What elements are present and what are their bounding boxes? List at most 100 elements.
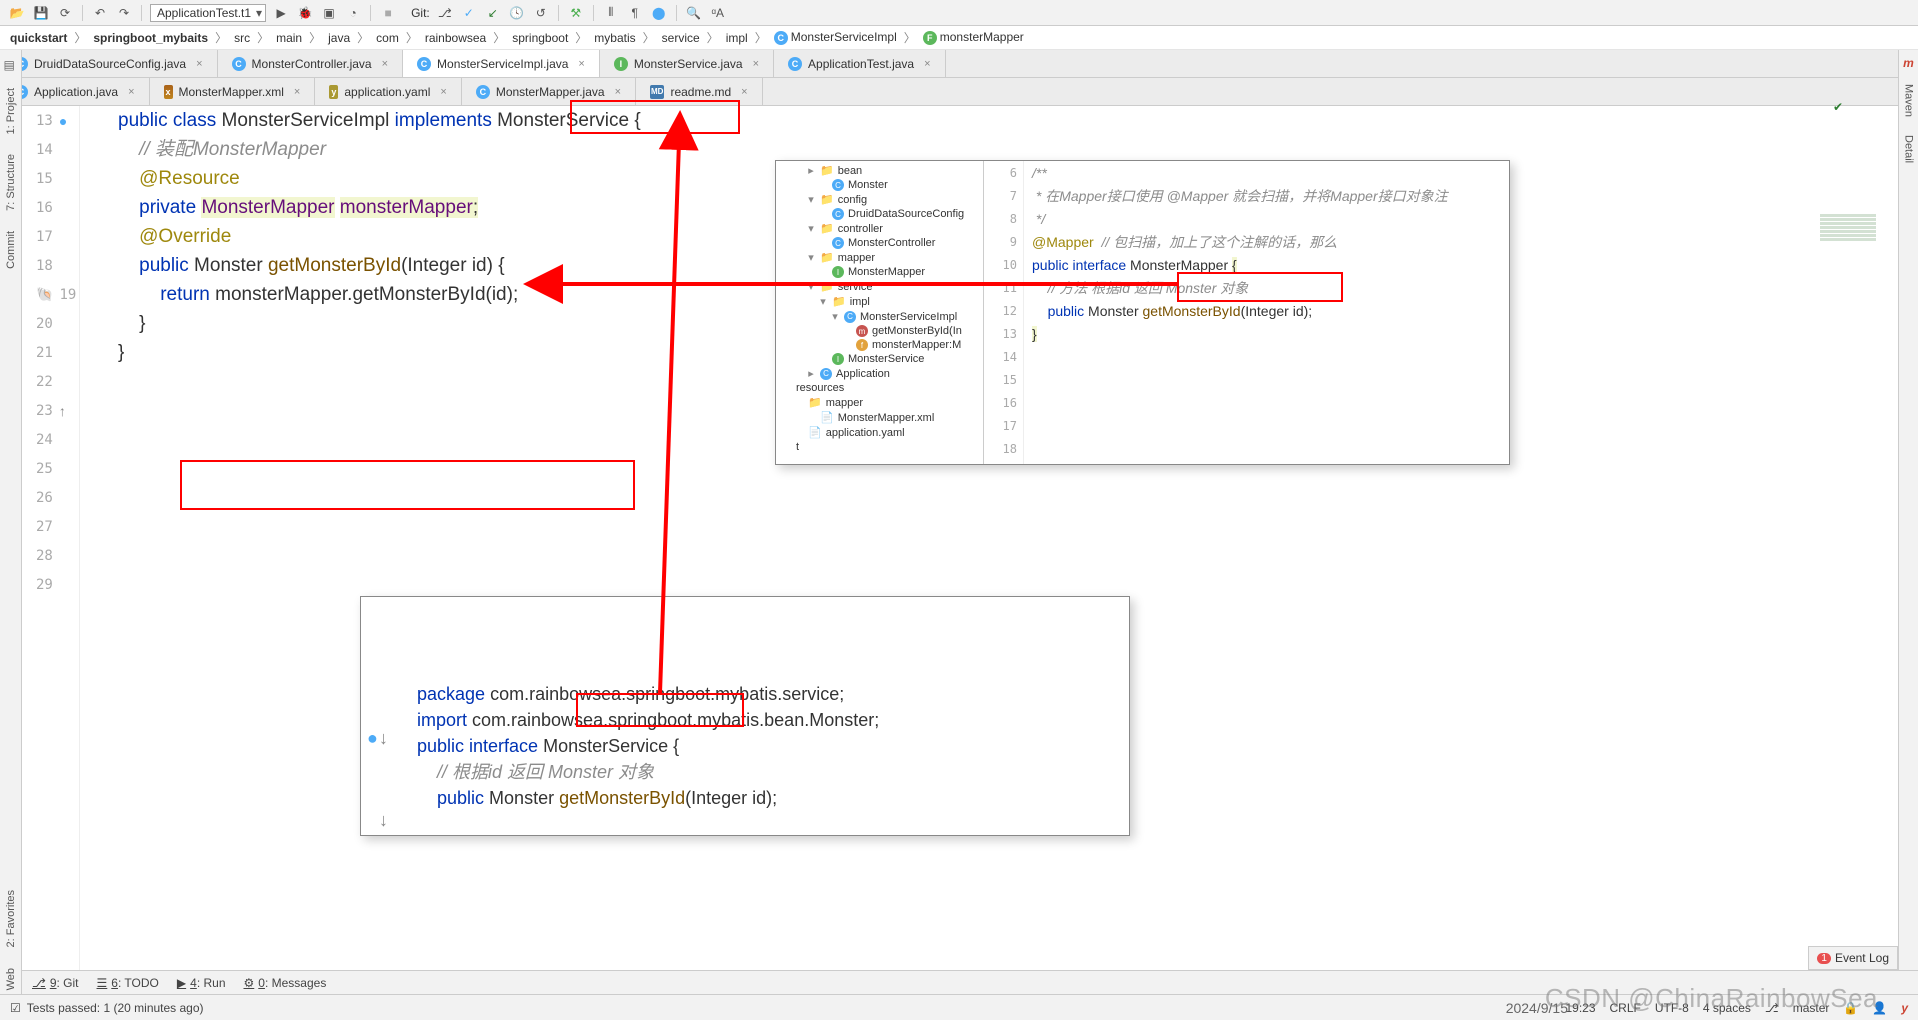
breadcrumb-item[interactable]: CMonsterServiceImpl: [772, 30, 899, 45]
tree-label: service: [838, 281, 873, 293]
git-history-icon[interactable]: 🕓: [508, 4, 526, 22]
close-icon[interactable]: ×: [382, 58, 388, 70]
sidebar-detail[interactable]: Detail: [1903, 131, 1915, 167]
breadcrumb-item[interactable]: service: [660, 31, 702, 45]
tree-item[interactable]: ▾📁impl: [776, 294, 983, 309]
tree-item[interactable]: ▾📁controller: [776, 221, 983, 236]
tree-item[interactable]: ▸📁bean: [776, 163, 983, 178]
tree-item[interactable]: IMonsterMapper: [776, 265, 983, 279]
tree-item[interactable]: 📄application.yaml: [776, 425, 983, 440]
bottom-tool-button[interactable]: ⚙0: Messages: [244, 976, 327, 990]
breadcrumb-item[interactable]: main: [274, 31, 304, 45]
run-config-dropdown[interactable]: ApplicationTest.t1: [150, 4, 266, 22]
tree-item[interactable]: ▾📁config: [776, 192, 983, 207]
tree-item[interactable]: 📄MonsterMapper.xml: [776, 410, 983, 425]
sidebar-maven[interactable]: Maven: [1903, 80, 1915, 121]
paragraph-icon[interactable]: ¶: [626, 4, 644, 22]
editor-tab[interactable]: IMonsterService.java×: [600, 50, 774, 77]
tree-label: Application: [836, 368, 890, 380]
bottom-tool-button[interactable]: ▶4: Run: [177, 976, 226, 990]
tree-item[interactable]: ▾📁service: [776, 279, 983, 294]
close-icon[interactable]: ×: [440, 86, 446, 98]
tree-item[interactable]: 📁mapper: [776, 395, 983, 410]
sidebar-commit[interactable]: Commit: [5, 227, 17, 273]
project-icon[interactable]: ▤: [4, 58, 18, 72]
tree-item[interactable]: ▸CApplication: [776, 366, 983, 381]
override-down-icon[interactable]: ↓: [379, 807, 388, 833]
build-icon[interactable]: ⚒: [567, 4, 585, 22]
close-icon[interactable]: ×: [753, 58, 759, 70]
editor-tab[interactable]: yapplication.yaml×: [315, 78, 462, 105]
class-gutter-icon[interactable]: ●: [59, 113, 67, 129]
run-icon[interactable]: ▶: [272, 4, 290, 22]
close-icon[interactable]: ×: [128, 86, 134, 98]
breadcrumb-item[interactable]: rainbowsea: [423, 31, 488, 45]
bean-gutter-icon[interactable]: 🐚: [36, 286, 53, 303]
breadcrumb-item[interactable]: com: [374, 31, 401, 45]
sidebar-project[interactable]: 1: Project: [5, 84, 17, 138]
new-ui-icon[interactable]: ⬤: [650, 4, 668, 22]
editor-tab[interactable]: CApplication.java×: [0, 78, 150, 105]
editor-tab[interactable]: CDruidDataSourceConfig.java×: [0, 50, 218, 77]
search-icon[interactable]: 🔍: [685, 4, 703, 22]
tree-item[interactable]: t: [776, 440, 983, 454]
branch-icon[interactable]: ⎇: [436, 4, 454, 22]
close-icon[interactable]: ×: [741, 86, 747, 98]
tree-item[interactable]: CMonster: [776, 178, 983, 192]
open-icon[interactable]: 📂: [8, 4, 26, 22]
breadcrumb-item[interactable]: mybatis: [592, 31, 637, 45]
tree-item[interactable]: fmonsterMapper:M: [776, 338, 983, 352]
tree-item[interactable]: mgetMonsterById(In: [776, 324, 983, 338]
sidebar-favorites[interactable]: 2: Favorites: [5, 886, 17, 951]
git-commit-icon[interactable]: ↙: [484, 4, 502, 22]
profile-icon[interactable]: ◔: [344, 4, 362, 22]
override-down-icon[interactable]: ↓: [379, 725, 388, 751]
maven-m-icon[interactable]: m: [1903, 56, 1914, 70]
override-gutter-icon[interactable]: ↑: [59, 403, 66, 419]
undo-icon[interactable]: ↶: [91, 4, 109, 22]
git-revert-icon[interactable]: ↺: [532, 4, 550, 22]
sidebar-structure[interactable]: 7: Structure: [5, 150, 17, 215]
quick-definition-popup-2[interactable]: ● ↓ ↓ package com.rainbowsea.springboot.…: [360, 596, 1130, 836]
editor-tab[interactable]: xMonsterMapper.xml×: [150, 78, 316, 105]
git-check-icon[interactable]: ✓: [460, 4, 478, 22]
implementing-gutter-icon[interactable]: ●: [367, 725, 378, 751]
bottom-tool-button[interactable]: ☰6: TODO: [97, 976, 159, 990]
font-size-icon[interactable]: ᵅA: [709, 4, 727, 22]
close-icon[interactable]: ×: [196, 58, 202, 70]
tree-item[interactable]: IMonsterService: [776, 352, 983, 366]
bottom-tool-button[interactable]: ⎇9: Git: [32, 976, 79, 990]
tree-item[interactable]: CDruidDataSourceConfig: [776, 207, 983, 221]
stop-icon[interactable]: ■: [379, 4, 397, 22]
save-icon[interactable]: 💾: [32, 4, 50, 22]
breadcrumb-item[interactable]: springboot: [510, 31, 570, 45]
quick-definition-popup[interactable]: ▸📁beanCMonster▾📁configCDruidDataSourceCo…: [775, 160, 1510, 465]
editor-tab[interactable]: CMonsterServiceImpl.java×: [403, 50, 600, 77]
close-icon[interactable]: ×: [924, 58, 930, 70]
breadcrumb-item[interactable]: quickstart: [8, 31, 69, 45]
structure-icon[interactable]: ⫴: [602, 4, 620, 22]
sidebar-web[interactable]: Web: [5, 964, 17, 994]
tree-item[interactable]: CMonsterController: [776, 236, 983, 250]
event-log[interactable]: 1 Event Log: [1808, 946, 1898, 970]
minimap[interactable]: [1820, 214, 1876, 264]
breadcrumb-item[interactable]: impl: [724, 31, 750, 45]
refresh-icon[interactable]: ⟳: [56, 4, 74, 22]
redo-icon[interactable]: ↷: [115, 4, 133, 22]
editor-tab[interactable]: CMonsterController.java×: [218, 50, 404, 77]
breadcrumb-item[interactable]: springboot_mybaits: [91, 31, 210, 45]
editor-tab[interactable]: CApplicationTest.java×: [774, 50, 946, 77]
close-icon[interactable]: ×: [578, 58, 584, 70]
tree-item[interactable]: ▾CMonsterServiceImpl: [776, 309, 983, 324]
tree-item[interactable]: resources: [776, 381, 983, 395]
project-tree[interactable]: ▸📁beanCMonster▾📁configCDruidDataSourceCo…: [776, 161, 984, 464]
breadcrumb-item[interactable]: FmonsterMapper: [921, 30, 1026, 45]
close-icon[interactable]: ×: [294, 86, 300, 98]
close-icon[interactable]: ×: [615, 86, 621, 98]
breadcrumb-item[interactable]: java: [326, 31, 352, 45]
breadcrumb-item[interactable]: src: [232, 31, 252, 45]
maven-y-icon[interactable]: y: [1901, 1001, 1908, 1015]
coverage-icon[interactable]: ▣: [320, 4, 338, 22]
tree-item[interactable]: ▾📁mapper: [776, 250, 983, 265]
debug-icon[interactable]: 🐞: [296, 4, 314, 22]
